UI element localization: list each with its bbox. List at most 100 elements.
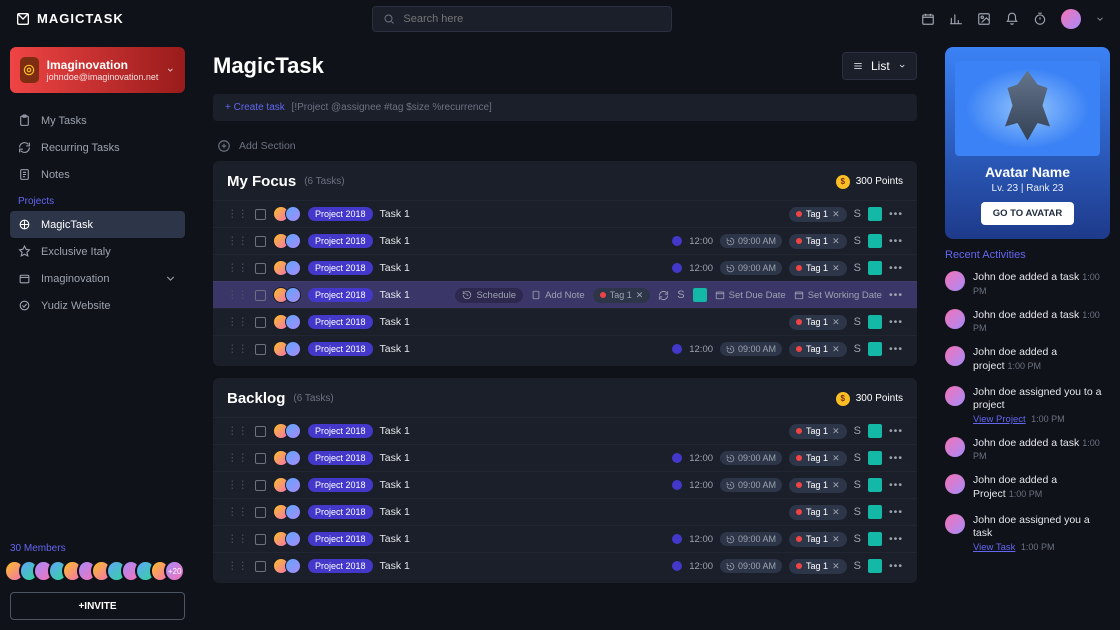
task-row[interactable]: ⋮⋮Project 2018Task 112:0009:00 AMTag 1✕S… xyxy=(213,335,917,362)
task-tag[interactable]: Tag 1✕ xyxy=(789,505,847,520)
set-due-date-button[interactable]: Set Due Date xyxy=(715,290,786,301)
remove-tag-icon[interactable]: ✕ xyxy=(832,507,840,518)
project-badge[interactable]: Project 2018 xyxy=(308,559,373,573)
set-working-date-button[interactable]: Set Working Date xyxy=(794,290,882,301)
schedule-button[interactable]: Schedule xyxy=(455,288,523,303)
remove-tag-icon[interactable]: ✕ xyxy=(832,480,840,491)
status-square[interactable] xyxy=(868,261,882,275)
assignees[interactable] xyxy=(273,233,301,249)
status-square[interactable] xyxy=(868,424,882,438)
task-checkbox[interactable] xyxy=(255,236,266,247)
assignees[interactable] xyxy=(273,206,301,222)
assignees[interactable] xyxy=(273,531,301,547)
task-size[interactable]: S xyxy=(854,452,861,464)
status-square[interactable] xyxy=(868,532,882,546)
drag-handle-icon[interactable]: ⋮⋮ xyxy=(227,235,248,247)
search-box[interactable] xyxy=(372,6,672,32)
drag-handle-icon[interactable]: ⋮⋮ xyxy=(227,479,248,491)
remove-tag-icon[interactable]: ✕ xyxy=(832,534,840,545)
remove-tag-icon[interactable]: ✕ xyxy=(832,263,840,274)
task-size[interactable]: S xyxy=(854,316,861,328)
nav-notes[interactable]: Notes xyxy=(10,161,185,188)
logo[interactable]: MAGICTASK xyxy=(15,11,124,27)
task-row[interactable]: ⋮⋮Project 2018Task 112:0009:00 AMTag 1✕S… xyxy=(213,227,917,254)
assignees[interactable] xyxy=(273,341,301,357)
activity-link[interactable]: View Project xyxy=(973,414,1026,425)
sidebar-project-imaginovation[interactable]: Imaginovation xyxy=(10,265,185,292)
drag-handle-icon[interactable]: ⋮⋮ xyxy=(227,533,248,545)
task-row[interactable]: ⋮⋮Project 2018Task 1Tag 1✕S••• xyxy=(213,498,917,525)
remove-tag-icon[interactable]: ✕ xyxy=(832,344,840,355)
project-badge[interactable]: Project 2018 xyxy=(308,207,373,221)
project-badge[interactable]: Project 2018 xyxy=(308,315,373,329)
drag-handle-icon[interactable]: ⋮⋮ xyxy=(227,506,248,518)
task-menu-icon[interactable]: ••• xyxy=(889,506,903,518)
project-badge[interactable]: Project 2018 xyxy=(308,342,373,356)
task-row[interactable]: ⋮⋮Project 2018Task 112:0009:00 AMTag 1✕S… xyxy=(213,254,917,281)
task-tag[interactable]: Tag 1✕ xyxy=(593,288,651,303)
assignees[interactable] xyxy=(273,504,301,520)
search-input[interactable] xyxy=(403,13,661,25)
refresh-icon[interactable] xyxy=(658,290,669,301)
drag-handle-icon[interactable]: ⋮⋮ xyxy=(227,452,248,464)
task-checkbox[interactable] xyxy=(255,507,266,518)
task-size[interactable]: S xyxy=(854,560,861,572)
project-badge[interactable]: Project 2018 xyxy=(308,234,373,248)
status-square[interactable] xyxy=(868,505,882,519)
task-tag[interactable]: Tag 1✕ xyxy=(789,342,847,357)
status-square[interactable] xyxy=(868,478,882,492)
status-square[interactable] xyxy=(868,315,882,329)
project-badge[interactable]: Project 2018 xyxy=(308,451,373,465)
task-menu-icon[interactable]: ••• xyxy=(889,316,903,328)
task-size[interactable]: S xyxy=(677,289,684,301)
assignees[interactable] xyxy=(273,450,301,466)
task-menu-icon[interactable]: ••• xyxy=(889,208,903,220)
task-checkbox[interactable] xyxy=(255,290,266,301)
task-row[interactable]: ⋮⋮Project 2018Task 1ScheduleAdd NoteTag … xyxy=(213,281,917,308)
user-avatar[interactable] xyxy=(1061,9,1081,29)
sidebar-project-exclusive-italy[interactable]: Exclusive Italy xyxy=(10,238,185,265)
task-size[interactable]: S xyxy=(854,479,861,491)
add-note-button[interactable]: Add Note xyxy=(531,290,585,301)
task-menu-icon[interactable]: ••• xyxy=(889,262,903,274)
due-badge[interactable]: 09:00 AM xyxy=(720,451,782,465)
drag-handle-icon[interactable]: ⋮⋮ xyxy=(227,262,248,274)
task-checkbox[interactable] xyxy=(255,209,266,220)
sidebar-project-yudiz-website[interactable]: Yudiz Website xyxy=(10,292,185,319)
member-avatars[interactable]: +20 xyxy=(10,560,185,582)
bell-icon[interactable] xyxy=(1005,12,1019,26)
task-tag[interactable]: Tag 1✕ xyxy=(789,207,847,222)
task-menu-icon[interactable]: ••• xyxy=(889,533,903,545)
due-badge[interactable]: 09:00 AM xyxy=(720,532,782,546)
due-badge[interactable]: 09:00 AM xyxy=(720,478,782,492)
assignees[interactable] xyxy=(273,314,301,330)
task-menu-icon[interactable]: ••• xyxy=(889,289,903,301)
task-tag[interactable]: Tag 1✕ xyxy=(789,261,847,276)
sidebar-project-magictask[interactable]: MagicTask xyxy=(10,211,185,238)
remove-tag-icon[interactable]: ✕ xyxy=(832,236,840,247)
remove-tag-icon[interactable]: ✕ xyxy=(832,426,840,437)
task-size[interactable]: S xyxy=(854,506,861,518)
assignees[interactable] xyxy=(273,558,301,574)
timer-icon[interactable] xyxy=(1033,12,1047,26)
project-badge[interactable]: Project 2018 xyxy=(308,424,373,438)
status-square[interactable] xyxy=(868,451,882,465)
task-menu-icon[interactable]: ••• xyxy=(889,235,903,247)
drag-handle-icon[interactable]: ⋮⋮ xyxy=(227,343,248,355)
chevron-down-icon[interactable] xyxy=(1095,14,1105,24)
task-tag[interactable]: Tag 1✕ xyxy=(789,532,847,547)
task-size[interactable]: S xyxy=(854,262,861,274)
task-size[interactable]: S xyxy=(854,533,861,545)
remove-tag-icon[interactable]: ✕ xyxy=(832,453,840,464)
assignees[interactable] xyxy=(273,423,301,439)
task-menu-icon[interactable]: ••• xyxy=(889,452,903,464)
task-menu-icon[interactable]: ••• xyxy=(889,425,903,437)
task-size[interactable]: S xyxy=(854,425,861,437)
workspace-selector[interactable]: Imaginovation johndoe@imaginovation.net xyxy=(10,47,185,93)
view-selector[interactable]: List xyxy=(842,52,917,80)
task-checkbox[interactable] xyxy=(255,561,266,572)
task-checkbox[interactable] xyxy=(255,453,266,464)
task-row[interactable]: ⋮⋮Project 2018Task 112:0009:00 AMTag 1✕S… xyxy=(213,444,917,471)
task-tag[interactable]: Tag 1✕ xyxy=(789,559,847,574)
task-checkbox[interactable] xyxy=(255,480,266,491)
